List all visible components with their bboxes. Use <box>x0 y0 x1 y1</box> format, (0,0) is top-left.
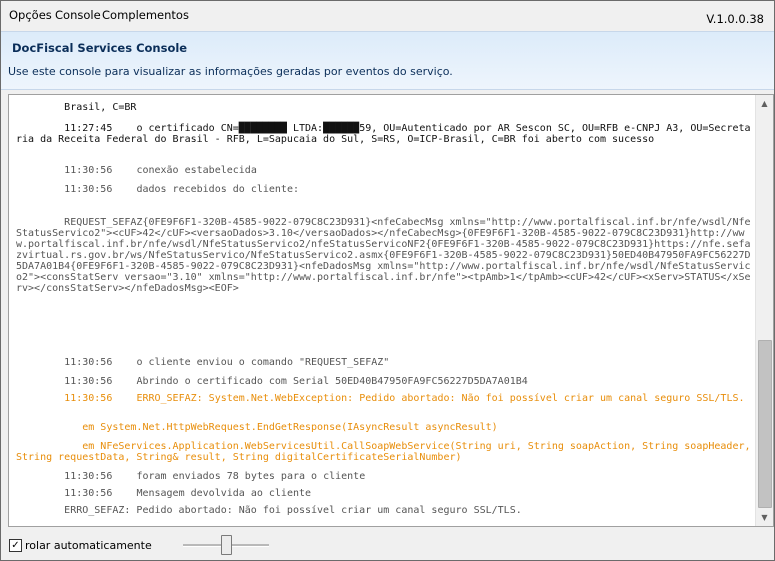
log-line: 11:27:45 o certificado CN=████████ LTDA:… <box>16 112 754 156</box>
log-line: REQUEST_SEFAZ{0FE9F6F1-320B-4585-9022-07… <box>16 206 754 305</box>
log-console[interactable]: Brasil, C=BR 11:27:45 o certificado CN=█… <box>8 94 774 527</box>
header-panel: DocFiscal Services Console Use este cons… <box>1 31 774 90</box>
menu-opcoes[interactable]: Opções <box>9 8 52 22</box>
log-text: ERRO_SEFAZ: Pedido abortado: Não foi pos… <box>64 505 522 516</box>
log-text: REQUEST_SEFAZ{0FE9F6F1-320B-4585-9022-07… <box>16 217 751 294</box>
menu-complementos[interactable]: Complementos <box>102 8 189 22</box>
log-line: ERRO_SEFAZ: Pedido abortado: Não foi pos… <box>16 494 754 526</box>
vertical-scrollbar[interactable]: ▲ ▼ <box>755 95 773 526</box>
page-title: DocFiscal Services Console <box>12 41 188 55</box>
log-text: o certificado CN=████████ LTDA:██████59,… <box>16 123 751 145</box>
log-time: 11:27:45 <box>64 123 113 134</box>
log-text: dados recebidos do cliente: <box>136 184 299 195</box>
log-text: ERRO_SEFAZ: System.Net.WebException: Ped… <box>136 393 745 404</box>
log-time: 11:30:56 <box>64 184 113 195</box>
console-window: Opções Console Complementos V.1.0.0.38 D… <box>0 0 775 561</box>
page-description: Use este console para visualizar as info… <box>8 65 453 78</box>
scrollbar-thumb[interactable] <box>758 340 772 508</box>
menu-console[interactable]: Console <box>55 8 101 22</box>
log-content[interactable]: Brasil, C=BR 11:27:45 o certificado CN=█… <box>9 95 756 526</box>
menu-bar: Opções Console Complementos V.1.0.0.38 <box>1 1 774 31</box>
autoscroll-label: rolar automaticamente <box>25 539 152 552</box>
log-line: 11:30:56 dados recebidos do cliente: <box>16 173 754 206</box>
version-label: V.1.0.0.38 <box>706 12 764 26</box>
speed-slider-thumb[interactable] <box>221 535 232 555</box>
log-time: 11:30:56 <box>64 393 113 404</box>
autoscroll-checkbox[interactable]: ✓ <box>9 539 22 552</box>
scroll-up-icon[interactable]: ▲ <box>756 95 773 112</box>
scroll-down-icon[interactable]: ▼ <box>756 509 773 526</box>
